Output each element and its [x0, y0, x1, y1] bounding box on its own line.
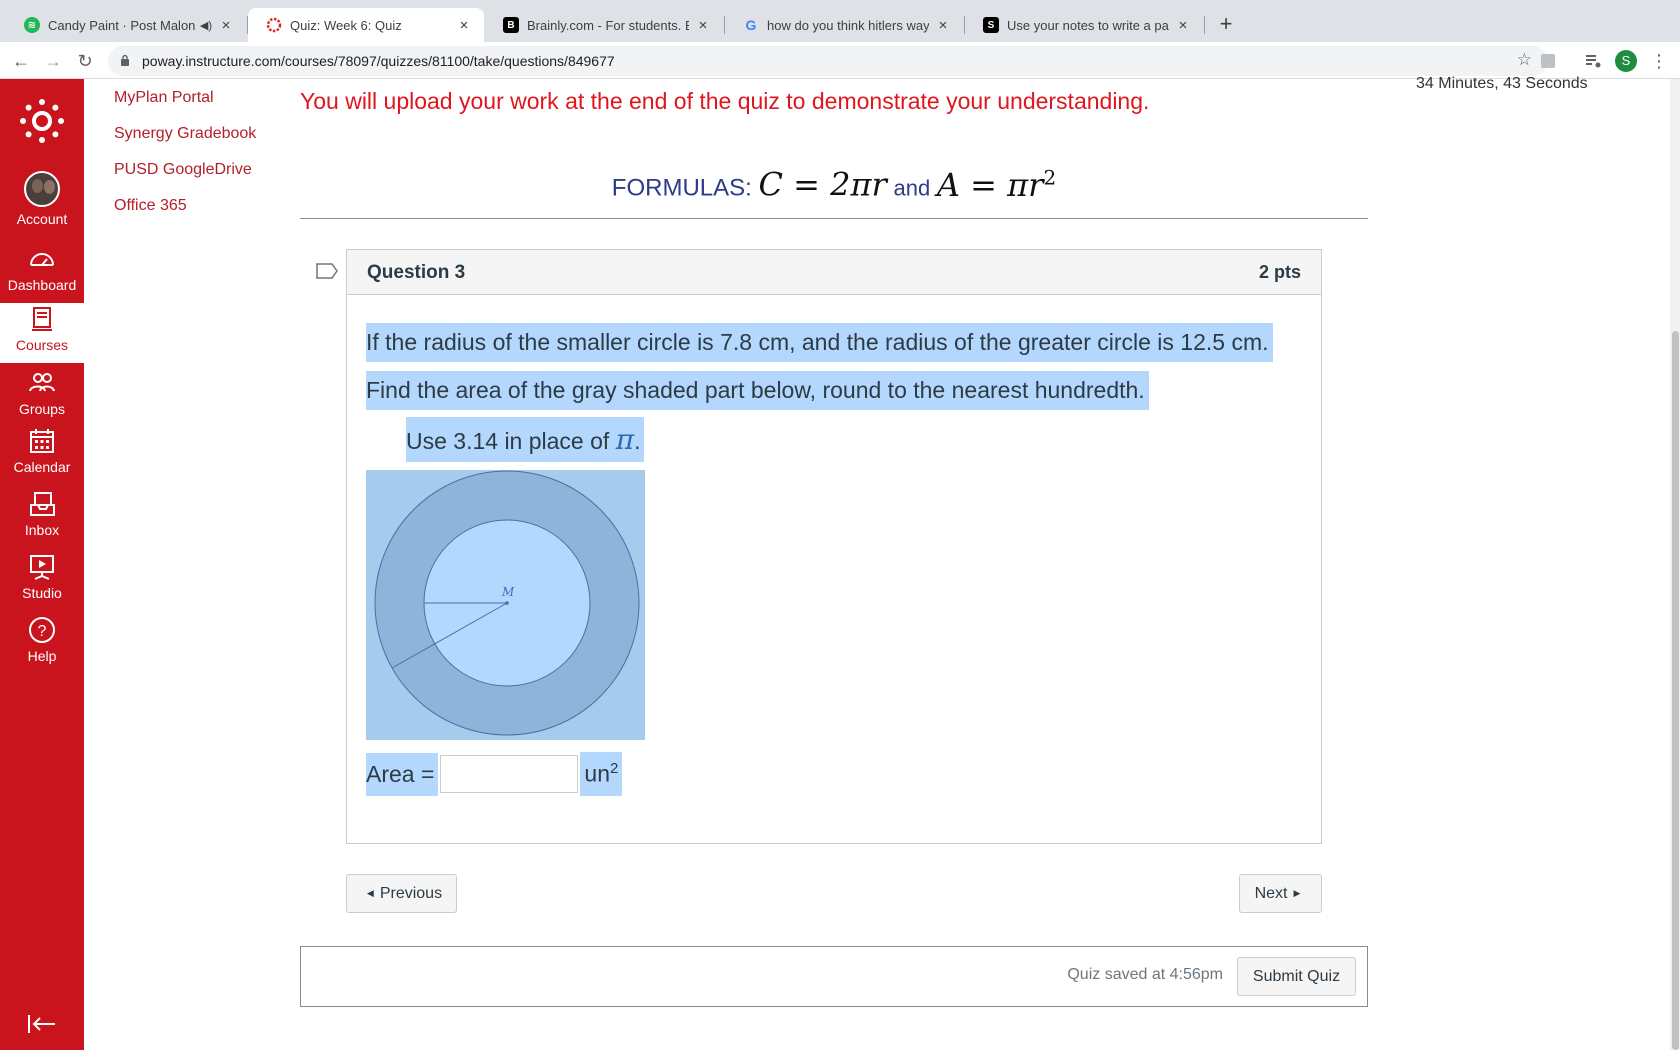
google-icon: G: [745, 17, 757, 33]
nav-help[interactable]: ? Help: [0, 616, 84, 678]
divider: [300, 218, 1368, 219]
question-header: Question 3 2 pts: [347, 250, 1321, 295]
question-card: Question 3 2 pts If the radius of the sm…: [346, 249, 1322, 844]
question-points: 2 pts: [1258, 262, 1301, 282]
studyx-icon: S: [983, 17, 999, 33]
close-tab-icon[interactable]: ×: [1175, 17, 1191, 34]
inbox-icon: [30, 492, 55, 516]
quiz-timer: 34 Minutes, 43 Seconds: [1416, 75, 1588, 92]
canvas-logo-icon[interactable]: [20, 99, 64, 143]
circle-figure: M: [366, 470, 645, 740]
nav-dashboard[interactable]: Dashboard: [0, 245, 84, 307]
nav-account[interactable]: Account: [0, 171, 84, 235]
nav-inbox[interactable]: Inbox: [0, 490, 84, 552]
course-nav-synergy[interactable]: Synergy Gradebook: [114, 125, 256, 161]
svg-text:?: ?: [38, 623, 47, 640]
close-tab-icon[interactable]: ×: [456, 17, 472, 34]
spotify-icon: ≋: [24, 17, 40, 33]
scrollbar-thumb[interactable]: [1672, 331, 1679, 1050]
dashboard-icon: [30, 253, 54, 266]
question-text-line-1: If the radius of the smaller circle is 7…: [366, 323, 1273, 362]
speaker-icon[interactable]: ◀): [200, 19, 212, 32]
quiz-saved-status: Quiz saved at 4:56pm: [1067, 966, 1223, 983]
formulas-banner: FORMULAS: C = 2πr and A = πr2: [300, 165, 1368, 204]
flag-question-icon[interactable]: [316, 263, 338, 279]
profile-avatar[interactable]: S: [1615, 50, 1637, 72]
calendar-icon: [30, 429, 54, 453]
browser-tab-bar: ≋ Candy Paint · Post Malone ◀) × Quiz: W…: [0, 0, 1680, 42]
answer-unit: un2: [580, 752, 623, 796]
course-nav-googledrive[interactable]: PUSD GoogleDrive: [114, 161, 256, 197]
caret-right-icon: ▶: [1293, 888, 1301, 898]
tab-brainly[interactable]: B Brainly.com - For students. By ×: [485, 8, 723, 42]
nav-studio[interactable]: Studio: [0, 553, 84, 615]
tab-quiz[interactable]: Quiz: Week 6: Quiz ×: [248, 8, 484, 42]
submit-quiz-button[interactable]: Submit Quiz: [1237, 957, 1356, 996]
caret-left-icon: ◀: [366, 888, 374, 898]
tab-studyx[interactable]: S Use your notes to write a parag ×: [965, 8, 1203, 42]
help-icon: ?: [29, 617, 55, 643]
close-tab-icon[interactable]: ×: [935, 17, 951, 34]
upload-instructions: You will upload your work at the end of …: [300, 88, 1150, 114]
media-control-icon[interactable]: [1583, 51, 1603, 71]
new-tab-button[interactable]: +: [1212, 10, 1240, 38]
question-title: Question 3: [367, 262, 466, 283]
collapse-nav-icon[interactable]: [26, 1012, 58, 1036]
course-nav-office365[interactable]: Office 365: [114, 197, 256, 233]
tab-spotify[interactable]: ≋ Candy Paint · Post Malone ◀) ×: [6, 8, 246, 42]
nav-groups[interactable]: Groups: [0, 369, 84, 431]
previous-button[interactable]: ◀ Previous: [346, 874, 457, 913]
answer-label: Area =: [366, 752, 439, 796]
brainly-icon: B: [503, 17, 519, 33]
question-text-line-2: Find the area of the gray shaded part be…: [366, 371, 1149, 410]
quiz-footer: Quiz saved at 4:56pm Submit Quiz: [300, 946, 1368, 1007]
nav-calendar[interactable]: Calendar: [0, 427, 84, 489]
menu-dots-icon[interactable]: ⋮: [1646, 48, 1672, 74]
close-tab-icon[interactable]: ×: [695, 17, 711, 34]
formulas-joiner: and: [893, 175, 931, 201]
browser-toolbar: ← → ↻ poway.instructure.com/courses/7809…: [0, 42, 1680, 79]
center-label: M: [501, 585, 515, 599]
question-text-line-3: Use 3.14 in place of π.: [406, 417, 645, 462]
reload-icon[interactable]: ↻: [72, 48, 98, 74]
address-bar[interactable]: poway.instructure.com/courses/78097/quiz…: [108, 46, 1548, 76]
forward-icon[interactable]: →: [40, 48, 66, 74]
answer-row: Area = un2: [366, 751, 623, 797]
area-formula: A = πr2: [936, 165, 1057, 204]
formulas-label: FORMULAS:: [611, 174, 752, 202]
courses-icon: [32, 307, 52, 331]
studio-icon: [30, 555, 54, 580]
close-tab-icon[interactable]: ×: [218, 17, 234, 34]
groups-icon: [29, 373, 55, 392]
canvas-icon: [266, 17, 282, 33]
lock-icon: [121, 54, 129, 66]
extension-icon[interactable]: [1538, 51, 1558, 71]
nav-courses[interactable]: Courses: [0, 303, 84, 363]
global-navigation: Account Dashboard Courses Groups Calenda…: [0, 79, 84, 1050]
area-answer-input[interactable]: [440, 755, 579, 793]
url-text: poway.instructure.com/courses/78097/quiz…: [142, 53, 615, 69]
tab-google[interactable]: G how do you think hitlers way of ×: [725, 8, 963, 42]
course-navigation: MyPlan Portal Synergy Gradebook PUSD Goo…: [114, 89, 256, 233]
course-nav-myplan[interactable]: MyPlan Portal: [114, 89, 256, 125]
circumference-formula: C = 2πr: [758, 165, 887, 204]
avatar: [24, 171, 60, 207]
page-scrollbar[interactable]: [1670, 79, 1680, 1050]
back-icon[interactable]: ←: [8, 48, 34, 74]
bookmark-star-icon[interactable]: ☆: [1517, 50, 1532, 70]
pi-symbol: π: [615, 423, 635, 456]
next-button[interactable]: Next ▶: [1239, 874, 1322, 913]
